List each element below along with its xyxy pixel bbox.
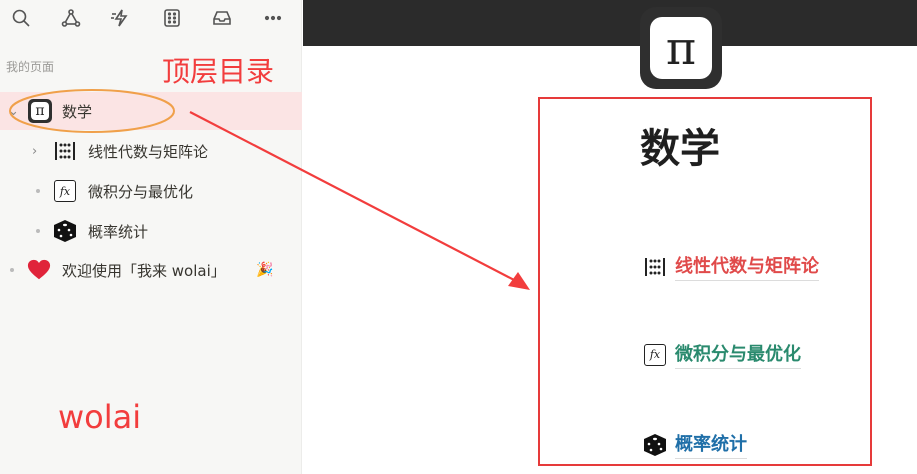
heart-icon [27,258,51,282]
sidebar-item-label: 线性代数与矩阵论 [88,142,209,161]
sidebar-toolbar [0,0,302,36]
graph-icon[interactable] [58,6,84,30]
page-link-linear-algebra[interactable]: 线性代数与矩阵论 [643,252,819,281]
more-icon[interactable] [260,6,286,30]
sidebar-item-label: 微积分与最优化 [88,182,194,201]
sidebar-item-label: 概率统计 [88,222,149,241]
sidebar-item-label: 数学 [62,102,93,121]
page-cover[interactable] [303,0,917,46]
inbox-icon[interactable] [209,6,235,30]
page-link-probability[interactable]: 概率统计 [643,430,747,459]
annotation-arrow-head [508,272,530,290]
annotation-bottom-label: wolai [58,398,142,436]
page-link-label: 线性代数与矩阵论 [675,252,819,281]
dice-icon [643,433,667,457]
dots-grid-icon [643,255,667,279]
dots-grid-icon [53,139,77,163]
sidebar: 我的页面 ⌄ π 数学 › 线性代数与矩阵论 fx 微积分与最优化 概率统计 欢… [0,0,302,474]
annotation-top-label: 顶层目录 [162,55,275,88]
grid-icon[interactable] [159,6,185,30]
search-icon[interactable] [8,6,34,30]
sidebar-item-welcome[interactable]: 欢迎使用「我来 wolai」 🎉 [0,251,302,289]
page-link-label: 微积分与最优化 [675,340,801,369]
page-link-calculus[interactable]: fx 微积分与最优化 [643,340,801,369]
section-label: 我的页面 [6,60,55,74]
sidebar-item-calculus[interactable]: fx 微积分与最优化 [0,172,302,210]
pi-icon: π [28,99,52,123]
sidebar-item-probability[interactable]: 概率统计 [0,212,302,250]
bullet-dot [36,189,40,193]
page-icon[interactable]: π [640,7,722,89]
lightning-icon[interactable] [108,6,134,30]
fx-icon: fx [643,343,667,367]
party-emoji: 🎉 [256,262,274,278]
chevron-down-icon[interactable]: ⌄ [8,104,19,119]
dice-icon [53,219,77,243]
bullet-dot [10,268,14,272]
page-link-label: 概率统计 [675,430,747,459]
bullet-dot [36,229,40,233]
sidebar-item-linear-algebra[interactable]: › 线性代数与矩阵论 [0,132,302,170]
page-title[interactable]: 数学 [640,116,720,174]
sidebar-item-label: 欢迎使用「我来 wolai」 [62,261,226,280]
sidebar-item-math[interactable]: ⌄ π 数学 [0,92,302,130]
chevron-right-icon[interactable]: › [32,144,37,159]
pi-icon: π [650,17,712,79]
fx-icon: fx [53,179,77,203]
